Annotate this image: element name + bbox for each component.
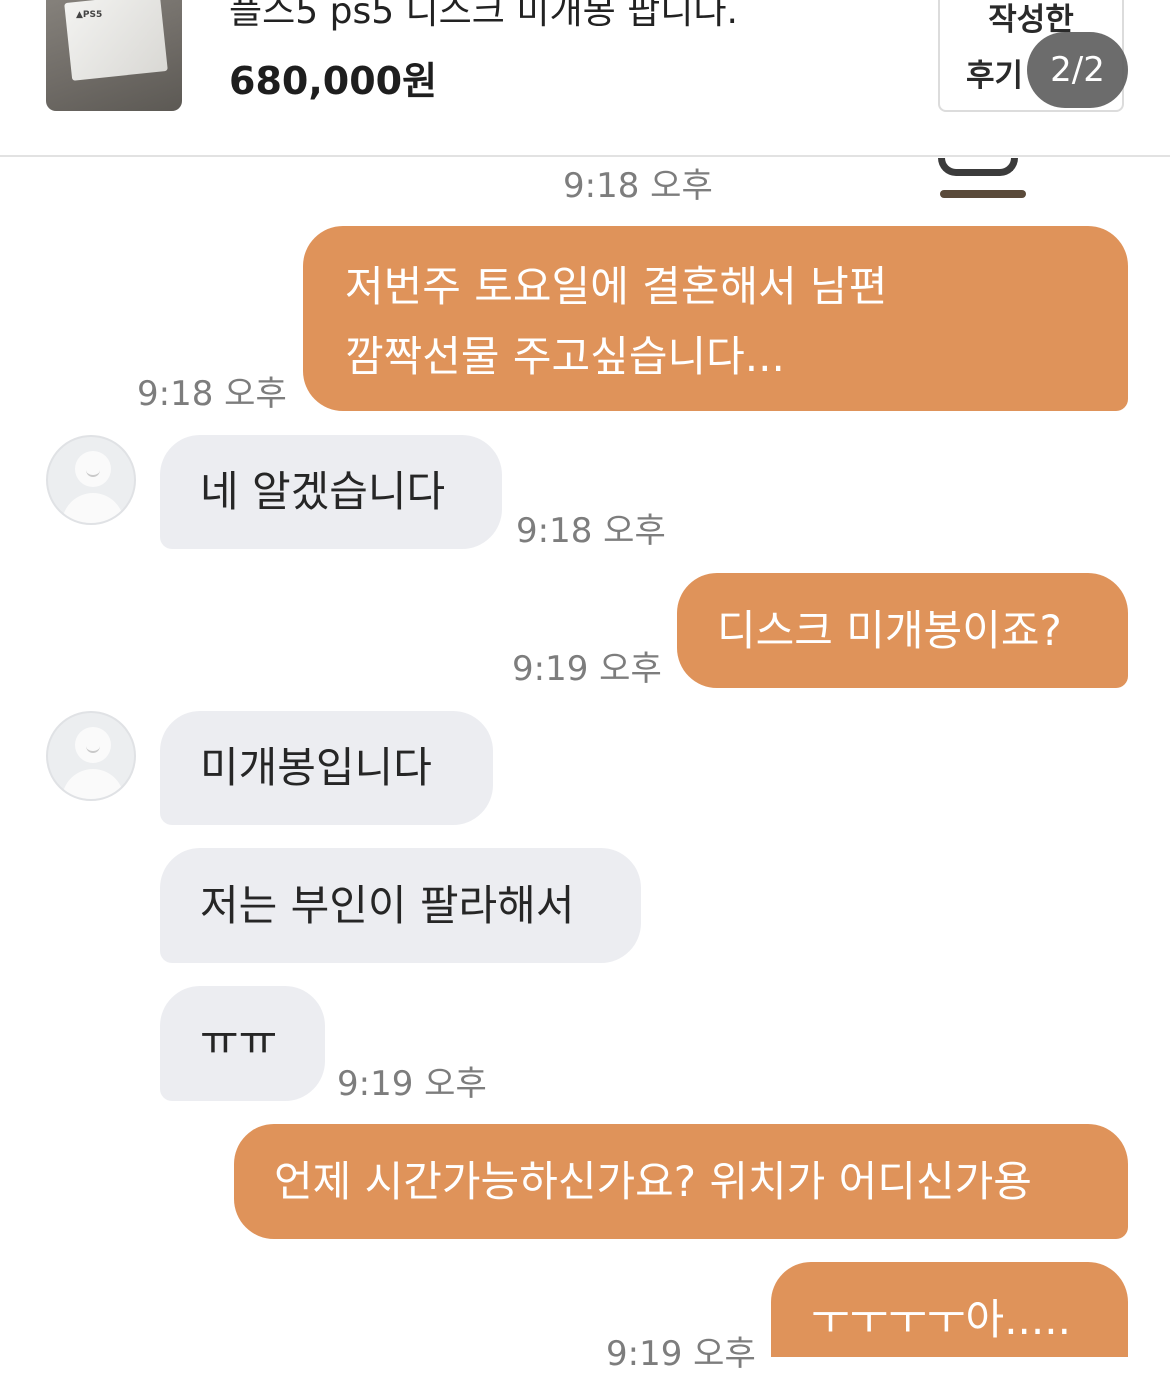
message-text-line: 깜짝선물 주고싶습니다... <box>345 332 785 381</box>
message-text: ㅜㅜㅜㅜ아..... <box>811 1295 1071 1344</box>
message-text: 언제 시간가능하신가요? 위치가 어디신가용 <box>274 1157 1032 1206</box>
message-time: 9:19 오후 <box>512 649 662 689</box>
seller-message-bubble[interactable]: ㅠㅠ <box>160 986 325 1101</box>
message-time: 9:19 오후 <box>337 1064 487 1104</box>
ps5-logo-icon: ▲PS5 <box>76 10 103 20</box>
image-page-counter: 2/2 <box>1027 32 1128 108</box>
my-message-bubble[interactable]: 저번주 토요일에 결혼해서 남편 깜짝선물 주고싶습니다... <box>303 226 1128 411</box>
seller-avatar[interactable] <box>46 711 136 801</box>
product-title[interactable]: 플스5 ps5 디스크 미개봉 팝니다. <box>229 0 738 34</box>
message-text: 디스크 미개봉이죠? <box>717 606 1062 655</box>
message-text-line: 저번주 토요일에 결혼해서 남편 <box>345 262 888 311</box>
seller-message-bubble[interactable]: 저는 부인이 팔라해서 <box>160 848 641 963</box>
seller-avatar[interactable] <box>46 435 136 525</box>
message-time: 9:18 오후 <box>137 374 287 414</box>
message-time: 9:18 오후 <box>563 166 713 206</box>
sticker-shadow <box>940 190 1026 198</box>
review-button-label-line2: 후기 <box>966 58 1024 94</box>
message-text: 저는 부인이 팔라해서 <box>200 881 575 930</box>
my-message-bubble[interactable]: ㅜㅜㅜㅜ아..... <box>771 1262 1128 1357</box>
seller-message-bubble[interactable]: 네 알겠습니다 <box>160 435 502 549</box>
sticker-image <box>938 158 1018 176</box>
my-message-bubble[interactable]: 디스크 미개봉이죠? <box>677 573 1128 688</box>
product-header: ▲PS5 플스5 ps5 디스크 미개봉 팝니다. 680,000원 작성한 후… <box>0 0 1170 157</box>
message-text: 미개봉입니다 <box>200 743 432 792</box>
seller-message-bubble[interactable]: 미개봉입니다 <box>160 711 493 825</box>
my-message-bubble[interactable]: 언제 시간가능하신가요? 위치가 어디신가용 <box>234 1124 1128 1239</box>
message-text: 네 알겠습니다 <box>200 467 446 516</box>
product-thumbnail[interactable]: ▲PS5 <box>46 0 182 111</box>
message-time: 9:19 오후 <box>606 1334 756 1374</box>
product-price: 680,000원 <box>229 59 438 103</box>
message-time: 9:18 오후 <box>516 511 666 551</box>
message-text: ㅠㅠ <box>200 1016 278 1065</box>
